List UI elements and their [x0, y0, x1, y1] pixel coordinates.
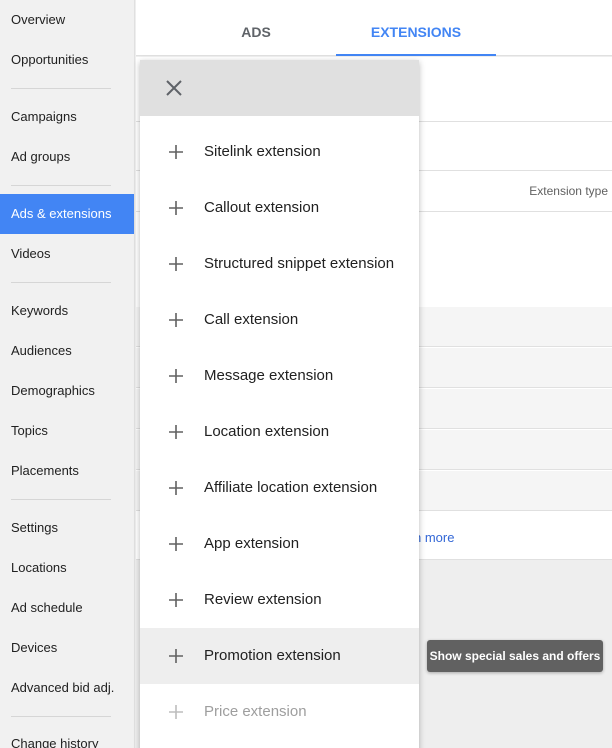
menu-item-label: Callout extension — [204, 199, 320, 216]
menu-item-callout-extension[interactable]: Callout extension — [140, 180, 419, 236]
sidebar-item-devices[interactable]: Devices — [0, 628, 134, 668]
sidebar-item-topics[interactable]: Topics — [0, 411, 134, 451]
sidebar-item-locations[interactable]: Locations — [0, 548, 134, 588]
sidebar-item-ads-extensions[interactable]: Ads & extensions — [0, 194, 134, 234]
menu-item-app-extension[interactable]: App extension — [140, 516, 419, 572]
menu-item-promotion-extension[interactable]: Promotion extension — [140, 628, 419, 684]
tab-extensions-label: EXTENSIONS — [370, 24, 462, 40]
menu-header — [140, 60, 419, 116]
menu-item-message-extension[interactable]: Message extension — [140, 348, 419, 404]
menu-item-label: Call extension — [204, 311, 299, 328]
sidebar-item-demographics[interactable]: Demographics — [0, 371, 134, 411]
plus-icon — [169, 313, 183, 327]
close-icon — [166, 80, 182, 96]
menu-item-review-extension[interactable]: Review extension — [140, 572, 419, 628]
menu-item-label: Promotion extension — [204, 647, 341, 664]
close-button[interactable] — [162, 76, 186, 100]
sidebar-item-settings[interactable]: Settings — [0, 508, 134, 548]
add-extension-menu: Sitelink extension Callout extension Str… — [140, 60, 419, 748]
sidebar-item-advanced-bid-adj[interactable]: Advanced bid adj. — [0, 668, 134, 708]
nav-divider — [11, 88, 111, 89]
menu-item-label: Affiliate location extension — [204, 479, 378, 496]
sidebar-item-videos[interactable]: Videos — [0, 234, 134, 274]
sidebar-item-campaigns[interactable]: Campaigns — [0, 97, 134, 137]
menu-item-label: App extension — [204, 535, 300, 552]
column-header-extension-type[interactable]: Extension type — [529, 184, 608, 198]
menu-item-location-extension[interactable]: Location extension — [140, 404, 419, 460]
menu-item-label: Structured snippet extension — [204, 255, 395, 272]
tab-ads[interactable]: ADS — [176, 0, 336, 56]
sidebar-item-overview[interactable]: Overview — [0, 0, 134, 40]
sidebar-nav: Overview Opportunities Campaigns Ad grou… — [0, 0, 135, 748]
menu-item-price-extension: Price extension — [140, 684, 419, 740]
nav-divider — [11, 499, 111, 500]
learn-more-link[interactable]: n more — [414, 530, 454, 545]
plus-icon — [169, 593, 183, 607]
plus-icon — [169, 537, 183, 551]
menu-item-affiliate-location-extension[interactable]: Affiliate location extension — [140, 460, 419, 516]
menu-item-label: Review extension — [204, 591, 322, 608]
nav-divider — [11, 282, 111, 283]
sidebar-item-change-history[interactable]: Change history — [0, 724, 134, 748]
menu-item-label: Price extension — [204, 703, 307, 720]
menu-item-label: Sitelink extension — [204, 143, 321, 160]
plus-icon — [169, 145, 183, 159]
tab-bar: ADS EXTENSIONS — [136, 0, 612, 56]
menu-item-sitelink-extension[interactable]: Sitelink extension — [140, 124, 419, 180]
plus-icon — [169, 369, 183, 383]
tab-active-indicator — [336, 54, 496, 56]
sidebar-item-ad-groups[interactable]: Ad groups — [0, 137, 134, 177]
sidebar-item-audiences[interactable]: Audiences — [0, 331, 134, 371]
plus-icon — [169, 257, 183, 271]
sidebar-item-placements[interactable]: Placements — [0, 451, 134, 491]
tab-extensions[interactable]: EXTENSIONS — [336, 0, 496, 56]
sidebar-item-keywords[interactable]: Keywords — [0, 291, 134, 331]
promotion-tooltip: Show special sales and offers — [427, 640, 603, 672]
nav-divider — [11, 185, 111, 186]
sidebar-item-opportunities[interactable]: Opportunities — [0, 40, 134, 80]
plus-icon — [169, 201, 183, 215]
plus-icon — [169, 481, 183, 495]
plus-icon — [169, 649, 183, 663]
menu-item-call-extension[interactable]: Call extension — [140, 292, 419, 348]
plus-icon — [169, 705, 183, 719]
menu-item-label: Message extension — [204, 367, 334, 384]
plus-icon — [169, 425, 183, 439]
nav-divider — [11, 716, 111, 717]
sidebar-item-ad-schedule[interactable]: Ad schedule — [0, 588, 134, 628]
menu-item-label: Location extension — [204, 423, 330, 440]
menu-item-structured-snippet-extension[interactable]: Structured snippet extension — [140, 236, 419, 292]
